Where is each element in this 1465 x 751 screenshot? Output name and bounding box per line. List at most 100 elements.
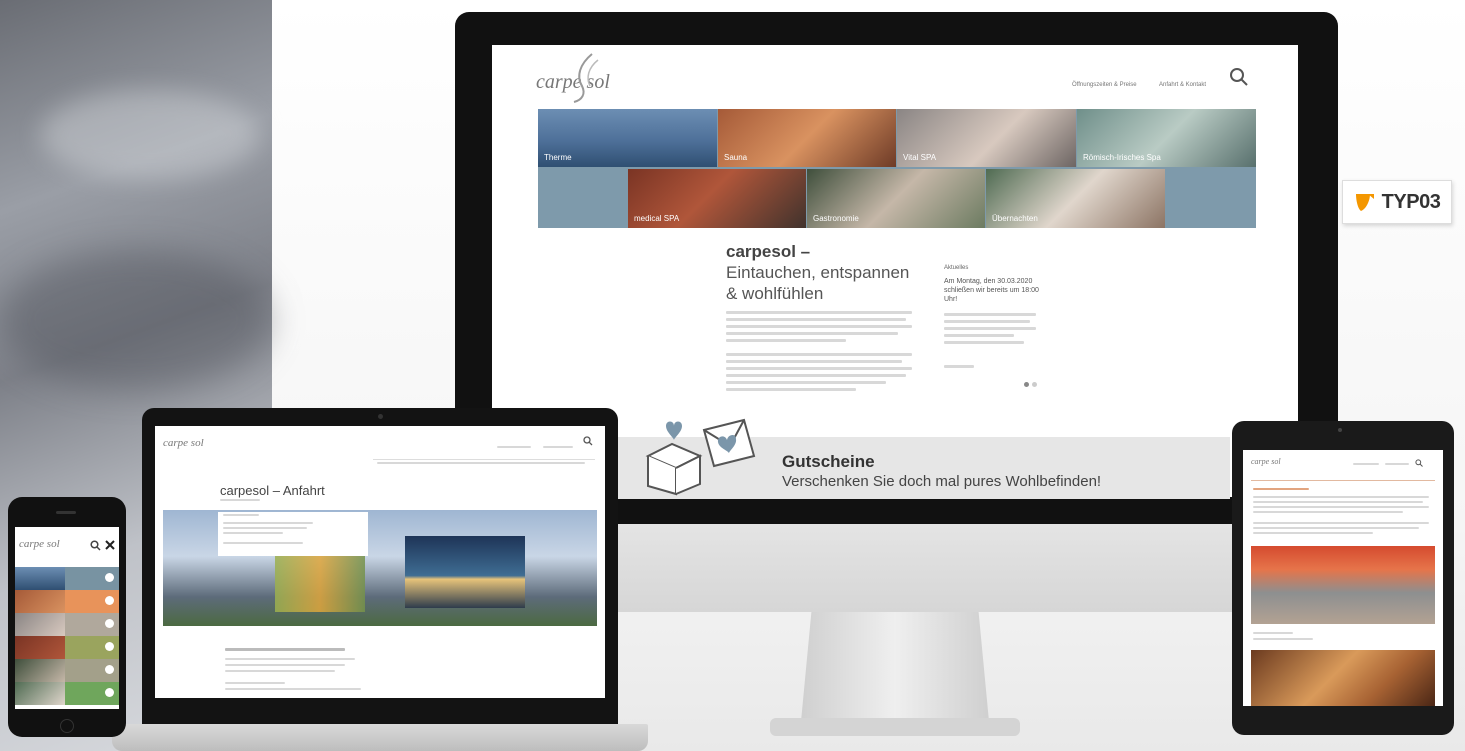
imac-base <box>770 718 1020 736</box>
hero-glass-facade <box>275 550 365 612</box>
tile-medical-spa[interactable]: medical SPA <box>628 169 806 228</box>
tablet-heading <box>1253 488 1309 490</box>
nav-link[interactable] <box>497 446 531 448</box>
mobile-menu-item[interactable] <box>15 659 119 682</box>
nav-link-contact[interactable]: Anfahrt & Kontakt <box>1159 82 1206 88</box>
body-text-line <box>1253 496 1429 498</box>
nav-link[interactable] <box>1385 463 1409 465</box>
body-text-line <box>1253 532 1373 534</box>
body-text-line <box>225 670 335 672</box>
tile-gastronomy[interactable]: Gastronomie <box>807 169 985 228</box>
search-icon[interactable] <box>1415 459 1423 467</box>
nav-link[interactable] <box>543 446 573 448</box>
body-text-line <box>1253 632 1293 634</box>
tablet-spa-image <box>1251 650 1435 706</box>
typo3-badge: TYP03 <box>1342 180 1452 224</box>
body-text-line <box>225 688 361 690</box>
laptop-base <box>112 724 648 751</box>
body-text-line <box>1253 522 1429 524</box>
main-nav[interactable] <box>377 462 585 464</box>
phone-speaker <box>56 511 76 514</box>
typo3-logo-icon <box>1355 194 1374 211</box>
news-line <box>944 341 1024 344</box>
tablet-divider <box>1251 480 1435 481</box>
tablet-logo[interactable]: carpe sol <box>1251 457 1281 466</box>
slider-dot[interactable] <box>1024 382 1029 387</box>
heart-box-icon <box>645 418 756 496</box>
news-label: Aktuelles <box>944 265 969 271</box>
info-line <box>223 542 303 544</box>
info-card <box>218 512 368 556</box>
tablet-screen: carpe sol <box>1243 450 1443 706</box>
body-text-line <box>220 499 260 501</box>
laptop-logo[interactable]: carpe sol <box>163 437 204 449</box>
search-icon[interactable] <box>90 540 101 551</box>
search-icon[interactable] <box>583 436 593 446</box>
body-text-line <box>726 374 906 377</box>
laptop-page-title: carpesol – Anfahrt <box>220 483 325 498</box>
body-text-line <box>1253 506 1429 508</box>
slider-dot[interactable] <box>1032 382 1037 387</box>
mobile-menu-item[interactable] <box>15 636 119 659</box>
tile-overnight[interactable]: Übernachten <box>986 169 1165 228</box>
laptop-camera <box>378 414 383 419</box>
mobile-menu-item[interactable] <box>15 590 119 613</box>
nav-divider <box>373 459 595 460</box>
tile-vital-spa[interactable]: Vital SPA <box>897 109 1076 167</box>
phone-home-button[interactable] <box>60 719 74 733</box>
chevron-icon <box>105 688 114 697</box>
chevron-icon <box>105 573 114 582</box>
voucher-title: Gutscheine <box>782 452 875 471</box>
chevron-icon <box>105 665 114 674</box>
body-text-line <box>726 332 898 335</box>
logo-swirl-icon <box>573 53 599 103</box>
info-line <box>223 527 307 529</box>
nav-link-hours[interactable]: Öffnungszeiten & Preise <box>1072 82 1137 88</box>
close-icon[interactable] <box>105 540 115 550</box>
info-line <box>223 514 259 516</box>
mobile-menu-item[interactable] <box>15 682 119 705</box>
body-text-line <box>1253 638 1313 640</box>
tile-roman-irish-spa[interactable]: Römisch-Irisches Spa <box>1077 109 1256 167</box>
chevron-icon <box>105 619 114 628</box>
body-text-line <box>726 339 846 342</box>
info-line <box>223 522 313 524</box>
tablet-sauna-image <box>1251 546 1435 624</box>
body-text-line <box>726 353 912 356</box>
body-text-line <box>1253 527 1419 529</box>
tile-sauna[interactable]: Sauna <box>718 109 896 167</box>
nav-link[interactable] <box>1353 463 1379 465</box>
body-text-line <box>726 388 856 391</box>
backdrop-cloud <box>0 250 272 390</box>
mobile-menu-item[interactable] <box>15 613 119 636</box>
news-more-link[interactable] <box>944 365 974 368</box>
chevron-icon <box>105 642 114 651</box>
body-text-line <box>726 381 886 384</box>
phone-screen: carpe sol <box>15 527 119 709</box>
laptop-screen: carpe sol carpesol – Anfahrt <box>155 426 605 698</box>
body-text-line <box>225 658 355 660</box>
body-text-line <box>1253 501 1423 503</box>
section-heading <box>225 648 345 651</box>
page-headline-2: & wohlfühlen <box>726 284 824 303</box>
info-line <box>223 532 283 534</box>
mobile-menu-item[interactable] <box>15 567 119 590</box>
body-text-line <box>726 318 906 321</box>
news-text: Am Montag, den 30.03.2020 schließen wir … <box>944 278 1039 303</box>
page-headline-brand: carpesol – <box>726 242 811 261</box>
news-line <box>944 334 1014 337</box>
body-text-line <box>726 367 912 370</box>
imac-stand <box>800 612 990 732</box>
news-line <box>944 320 1030 323</box>
body-text-line <box>225 664 345 666</box>
tablet-camera <box>1338 428 1342 432</box>
news-line <box>944 313 1036 316</box>
body-text-line <box>726 360 902 363</box>
phone-logo[interactable]: carpe sol <box>19 538 60 550</box>
chevron-icon <box>105 596 114 605</box>
search-icon[interactable] <box>1229 67 1249 87</box>
news-line <box>944 327 1036 330</box>
body-text-line <box>225 682 285 684</box>
body-text-line <box>726 311 912 314</box>
tile-therme[interactable]: Therme <box>538 109 717 167</box>
